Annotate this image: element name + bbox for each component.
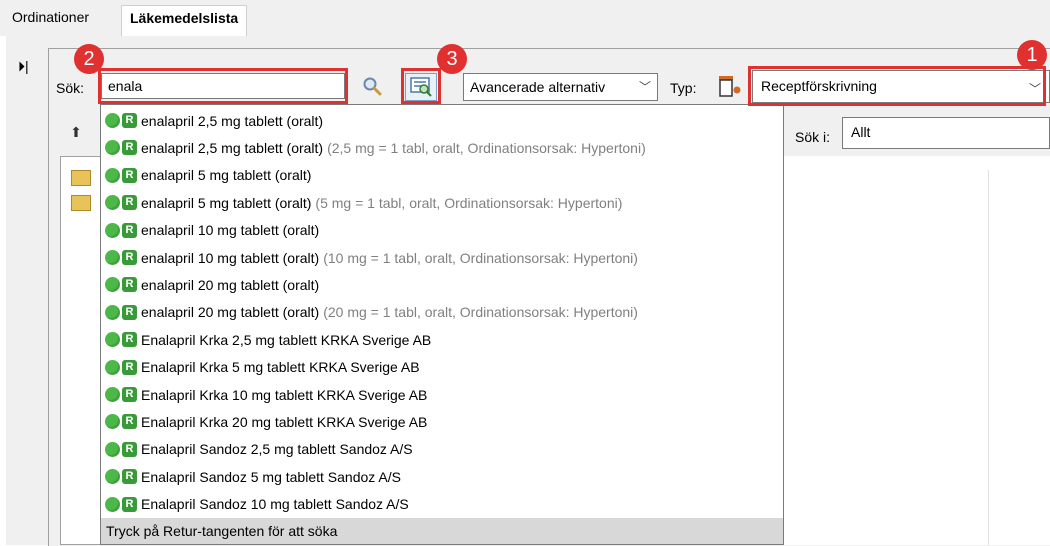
search-in-value: Allt xyxy=(851,124,871,140)
search-in-select[interactable]: Allt xyxy=(842,117,1050,149)
result-name: Enalapril Krka 5 mg tablett KRKA Sverige… xyxy=(141,359,420,376)
status-dot-icon xyxy=(105,195,120,211)
status-dot-icon xyxy=(105,167,120,183)
annotation-badge-1: 1 xyxy=(1017,40,1047,70)
result-name: enalapril 10 mg tablett (oralt) xyxy=(141,222,320,239)
result-detail: (5 mg = 1 tabl, oralt, Ordinationsorsak:… xyxy=(315,194,623,211)
result-detail: (2,5 mg = 1 tabl, oralt, Ordinationsorsa… xyxy=(327,139,646,156)
result-name: Enalapril Krka 10 mg tablett KRKA Sverig… xyxy=(141,386,428,403)
status-dot-icon xyxy=(105,387,120,402)
advanced-search-button[interactable] xyxy=(405,73,437,101)
prescription-r-icon: R xyxy=(122,277,137,293)
status-dot-icon xyxy=(105,250,120,265)
status-dot-icon xyxy=(105,441,120,457)
advanced-options-value: Avancerade alternativ xyxy=(470,79,606,95)
advanced-search-icon xyxy=(410,77,432,97)
status-dot-icon xyxy=(105,140,120,156)
result-name: Enalapril Krka 20 mg tablett KRKA Sverig… xyxy=(141,413,428,430)
result-name: enalapril 5 mg tablett (oralt) xyxy=(141,194,312,211)
type-select[interactable]: Receptförskrivning ﹀ xyxy=(752,70,1050,103)
chevron-down-icon: ﹀ xyxy=(638,80,651,94)
result-name: enalapril 20 mg tablett (oralt) xyxy=(141,304,320,321)
result-name: Enalapril Sandoz 2,5 mg tablett Sandoz A… xyxy=(141,441,413,458)
result-item[interactable]: R Enalapril Krka 2,5 mg tablett KRKA Sver… xyxy=(105,326,431,353)
result-name: enalapril 10 mg tablett (oralt) xyxy=(141,249,320,266)
result-item[interactable]: R Enalapril Krka 10 mg tablett KRKA Sveri… xyxy=(105,381,427,408)
status-dot-icon xyxy=(105,496,120,512)
result-item[interactable]: Renalapril 20 mg tablett (oralt) (20 mg =… xyxy=(105,299,638,326)
status-dot-icon xyxy=(105,469,120,485)
navigate-up-button[interactable]: ⬆ xyxy=(63,120,89,146)
result-item[interactable]: Renalapril 5 mg tablett (oralt) (5 mg = 1… xyxy=(105,189,622,216)
type-select-value: Receptförskrivning xyxy=(761,78,877,94)
result-name: Enalapril Krka 2,5 mg tablett KRKA Sveri… xyxy=(141,331,432,348)
annotation-badge-3: 3 xyxy=(437,44,467,74)
result-item[interactable]: Renalapril 10 mg tablett (oralt) (10 mg =… xyxy=(105,244,638,271)
tab-bar: Ordinationer Läkemedelslista xyxy=(0,0,1050,36)
status-dot-icon xyxy=(105,277,120,293)
prescription-r-icon: R xyxy=(122,469,137,485)
prescription-r-icon: R xyxy=(122,140,137,156)
status-dot-icon xyxy=(105,113,120,128)
prescription-r-icon: R xyxy=(122,496,137,512)
result-name: Enalapril Sandoz 5 mg tablett Sandoz A/S xyxy=(141,468,401,485)
result-item[interactable]: R Enalapril Krka 20 mg tablett KRKA Sveri… xyxy=(105,408,427,435)
prescription-r-icon: R xyxy=(122,195,137,211)
tab-ordinationer[interactable]: Ordinationer xyxy=(12,9,89,25)
status-dot-icon xyxy=(105,332,120,348)
prescription-r-icon: R xyxy=(122,250,137,265)
result-name: Enalapril Sandoz 10 mg tablett Sandoz A/… xyxy=(141,496,409,513)
tab-lakemedelslista[interactable]: Läkemedelslista xyxy=(121,5,248,36)
search-label: Sök: xyxy=(56,80,85,96)
annotation-badge-2: 2 xyxy=(74,44,104,74)
result-detail: (20 mg = 1 tabl, oralt, Ordinationsorsak… xyxy=(323,304,638,321)
chevron-down-icon: ﹀ xyxy=(1028,82,1041,96)
prescription-r-icon: R xyxy=(122,414,137,430)
prescription-r-icon: R xyxy=(122,387,137,402)
prescription-r-icon: R xyxy=(122,167,137,183)
result-item[interactable]: Renalapril 20 mg tablett (oralt) xyxy=(105,271,319,298)
result-name: enalapril 2,5 mg tablett (oralt) xyxy=(141,139,324,156)
status-dot-icon xyxy=(105,359,120,375)
prescription-r-icon: R xyxy=(122,359,137,375)
folder-icon[interactable] xyxy=(71,170,91,186)
result-item[interactable]: Renalapril 2,5 mg tablett (oralt) (2,5 mg… xyxy=(105,134,646,161)
prescription-bottle-icon xyxy=(719,76,741,97)
folder-tree xyxy=(60,156,100,545)
result-item[interactable]: R Enalapril Krka 5 mg tablett KRKA Sverig… xyxy=(105,354,420,381)
prescription-r-icon: R xyxy=(122,332,137,348)
prescription-r-icon: R xyxy=(122,441,137,457)
prescription-r-icon: R xyxy=(122,304,137,320)
result-item[interactable]: Renalapril 2,5 mg tablett (oralt) xyxy=(105,107,323,134)
result-item[interactable]: Renalapril 10 mg tablett (oralt) xyxy=(105,217,319,244)
result-detail: (10 mg = 1 tabl, oralt, Ordinationsorsak… xyxy=(323,249,638,266)
result-name: enalapril 20 mg tablett (oralt) xyxy=(141,276,320,293)
prescription-r-icon: R xyxy=(122,222,137,238)
result-item[interactable]: R Enalapril Sandoz 10 mg tablett Sandoz A… xyxy=(105,491,409,518)
search-input[interactable] xyxy=(101,73,345,99)
status-dot-icon xyxy=(105,414,120,430)
result-name: enalapril 2,5 mg tablett (oralt) xyxy=(141,112,324,129)
type-label: Typ: xyxy=(670,80,697,96)
prescription-r-icon: R xyxy=(122,113,137,128)
result-item[interactable]: Renalapril 5 mg tablett (oralt) xyxy=(105,162,311,189)
collapse-panel-icon[interactable]: ⏵| xyxy=(18,58,29,75)
divider xyxy=(988,170,989,545)
result-name: enalapril 5 mg tablett (oralt) xyxy=(141,167,312,184)
status-dot-icon xyxy=(105,222,120,238)
result-item[interactable]: R Enalapril Sandoz 2,5 mg tablett Sandoz … xyxy=(105,436,413,463)
search-in-label: Sök i: xyxy=(795,129,831,145)
folder-icon[interactable] xyxy=(71,195,91,211)
result-item[interactable]: R Enalapril Sandoz 5 mg tablett Sandoz A/… xyxy=(105,463,401,490)
search-results-dropdown: Renalapril 2,5 mg tablett (oralt) Renalap… xyxy=(100,104,784,545)
details-pane xyxy=(784,156,1050,545)
search-icon[interactable] xyxy=(362,76,382,96)
search-hint: Tryck på Retur-tangenten för att söka xyxy=(101,518,783,544)
status-dot-icon xyxy=(105,304,120,320)
advanced-options-select[interactable]: Avancerade alternativ ﹀ xyxy=(463,73,658,101)
